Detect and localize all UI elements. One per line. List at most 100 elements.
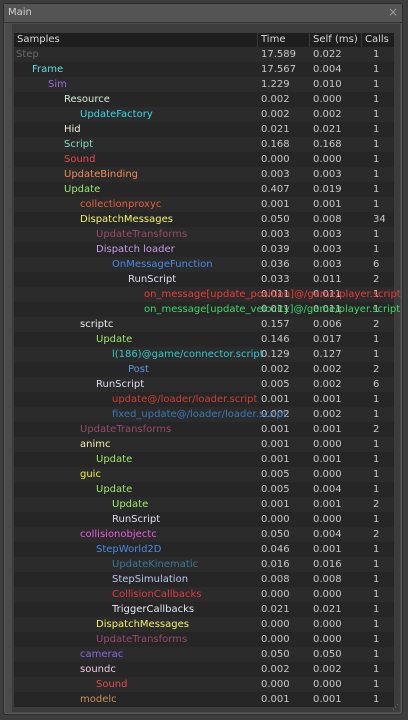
table-row[interactable]: collisionobjectc 0.050 0.004 2: [14, 527, 394, 542]
self-cell: 0.011: [313, 274, 342, 285]
table-row[interactable]: on_message[update_position]@/game/player…: [14, 287, 401, 302]
calls-cell: 1: [373, 184, 380, 195]
table-row[interactable]: RunScript 0.005 0.002 6: [14, 377, 394, 392]
self-cell: 0.004: [313, 64, 342, 75]
time-cell: 0.002: [261, 109, 290, 120]
table-row[interactable]: animc 0.001 0.000 1: [14, 437, 394, 452]
self-cell: 0.008: [313, 214, 342, 225]
time-cell: 0.001: [261, 394, 290, 405]
table-row[interactable]: Dispatch loader 0.039 0.003 1: [14, 242, 394, 257]
table-row[interactable]: l(186)@game/connector.script 0.129 0.127 1: [14, 347, 394, 362]
time-cell: 0.001: [261, 199, 290, 210]
sample-name: Dispatch loader: [96, 244, 175, 255]
table-row[interactable]: Step 17.589 0.022 1: [14, 47, 394, 62]
self-cell: 0.050: [313, 649, 342, 660]
calls-cell: 1: [373, 199, 380, 210]
table-row[interactable]: Sound 0.000 0.000 1: [14, 677, 394, 692]
calls-cell: 1: [373, 664, 380, 675]
table-row[interactable]: Frame 17.567 0.004 1: [14, 62, 394, 77]
table-row[interactable]: Sim 1.229 0.010 1: [14, 77, 394, 92]
self-cell: 0.000: [313, 634, 342, 645]
time-cell: 17.567: [261, 64, 296, 75]
table-row[interactable]: update@/loader/loader.script 0.001 0.001 1: [14, 392, 394, 407]
resize-grip-icon[interactable]: ⋰: [392, 703, 399, 711]
sample-name: UpdateKinematic: [112, 559, 199, 570]
time-cell: 0.001: [261, 439, 290, 450]
table-row[interactable]: Post 0.002 0.002 2: [14, 362, 394, 377]
table-row[interactable]: RunScript 0.000 0.000 1: [14, 512, 394, 527]
time-cell: 0.146: [261, 334, 290, 345]
time-cell: 0.001: [261, 499, 290, 510]
table-row[interactable]: Update 0.407 0.019 1: [14, 182, 394, 197]
time-cell: 0.407: [261, 184, 290, 195]
time-cell: 0.001: [261, 454, 290, 465]
calls-cell: 1: [373, 139, 380, 150]
calls-cell: 1: [373, 109, 380, 120]
table-row[interactable]: guic 0.005 0.000 1: [14, 467, 394, 482]
title-bar[interactable]: Main ×: [4, 4, 402, 23]
sample-name: modelc: [80, 694, 117, 705]
time-cell: 0.039: [261, 244, 290, 255]
column-header-self[interactable]: Self (ms): [310, 33, 362, 47]
self-cell: 0.008: [313, 574, 342, 585]
table-row[interactable]: Update 0.001 0.001 1: [14, 452, 394, 467]
table-row[interactable]: UpdateTransforms 0.000 0.000 1: [14, 632, 394, 647]
table-row[interactable]: StepSimulation 0.008 0.008 1: [14, 572, 394, 587]
table-row[interactable]: UpdateTransforms 0.001 0.001 2: [14, 422, 394, 437]
calls-cell: 1: [373, 514, 380, 525]
table-row[interactable]: Update 0.146 0.017 1: [14, 332, 394, 347]
calls-cell: 1: [373, 349, 380, 360]
table-row[interactable]: RunScript 0.033 0.011 2: [14, 272, 394, 287]
time-cell: 0.001: [261, 694, 290, 705]
column-header-time[interactable]: Time (ms): [258, 33, 310, 59]
column-header-samples[interactable]: Samples: [14, 33, 258, 47]
sample-name: on_message[update_velocity]@/game/player…: [144, 304, 401, 315]
self-cell: 0.010: [313, 79, 342, 90]
calls-cell: 1: [373, 679, 380, 690]
table-row[interactable]: Update 0.005 0.004 1: [14, 482, 394, 497]
sample-name: Sim: [48, 79, 67, 90]
table-row[interactable]: modelc 0.001 0.001 1: [14, 692, 394, 707]
table-row[interactable]: camerac 0.050 0.050 1: [14, 647, 394, 662]
table-row[interactable]: OnMessageFunction 0.036 0.003 6: [14, 257, 394, 272]
self-cell: 0.000: [313, 619, 342, 630]
calls-cell: 1: [373, 244, 380, 255]
table-row[interactable]: TriggerCallbacks 0.021 0.021 1: [14, 602, 394, 617]
table-row[interactable]: UpdateFactory 0.002 0.002 1: [14, 107, 394, 122]
table-row[interactable]: CollisionCallbacks 0.000 0.000 1: [14, 587, 394, 602]
table-row[interactable]: UpdateBinding 0.003 0.003 1: [14, 167, 394, 182]
table-row[interactable]: Update 0.001 0.001 2: [14, 497, 394, 512]
table-row[interactable]: StepWorld2D 0.046 0.001 1: [14, 542, 394, 557]
table-row[interactable]: Sound 0.000 0.000 1: [14, 152, 394, 167]
table-row[interactable]: soundc 0.002 0.002 1: [14, 662, 394, 677]
sample-name: DispatchMessages: [96, 619, 189, 630]
table-row[interactable]: UpdateKinematic 0.016 0.016 1: [14, 557, 394, 572]
table-row[interactable]: Hid 0.021 0.021 1: [14, 122, 394, 137]
table-row[interactable]: collectionproxyc 0.001 0.001 1: [14, 197, 394, 212]
time-cell: 0.003: [261, 229, 290, 240]
sample-name: Update: [96, 334, 133, 345]
self-cell: 0.001: [313, 454, 342, 465]
close-icon[interactable]: ×: [388, 5, 398, 19]
time-cell: 0.157: [261, 319, 290, 330]
calls-cell: 1: [373, 124, 380, 135]
table-row[interactable]: fixed_update@/loader/loader.script 0.002 0…: [14, 407, 394, 422]
sample-name: DispatchMessages: [80, 214, 173, 225]
table-row[interactable]: DispatchMessages 0.000 0.000 1: [14, 617, 394, 632]
calls-cell: 1: [373, 454, 380, 465]
column-header-calls[interactable]: Calls: [362, 33, 394, 47]
sample-name: UpdateFactory: [80, 109, 153, 120]
time-cell: 0.002: [261, 664, 290, 675]
sample-name: UpdateTransforms: [80, 424, 172, 435]
calls-cell: 2: [373, 424, 380, 435]
window-title: Main: [8, 7, 32, 18]
table-row[interactable]: Script 0.168 0.168 1: [14, 137, 394, 152]
table-row[interactable]: DispatchMessages 0.050 0.008 34: [14, 212, 394, 227]
self-cell: 0.001: [313, 199, 342, 210]
sample-name: Sound: [64, 154, 96, 165]
table-row[interactable]: Resource 0.002 0.000 1: [14, 92, 394, 107]
table-row[interactable]: on_message[update_velocity]@/game/player…: [14, 302, 401, 317]
table-row[interactable]: scriptc 0.157 0.006 2: [14, 317, 394, 332]
table-row[interactable]: UpdateTransforms 0.003 0.003 1: [14, 227, 394, 242]
time-cell: 0.021: [261, 124, 290, 135]
